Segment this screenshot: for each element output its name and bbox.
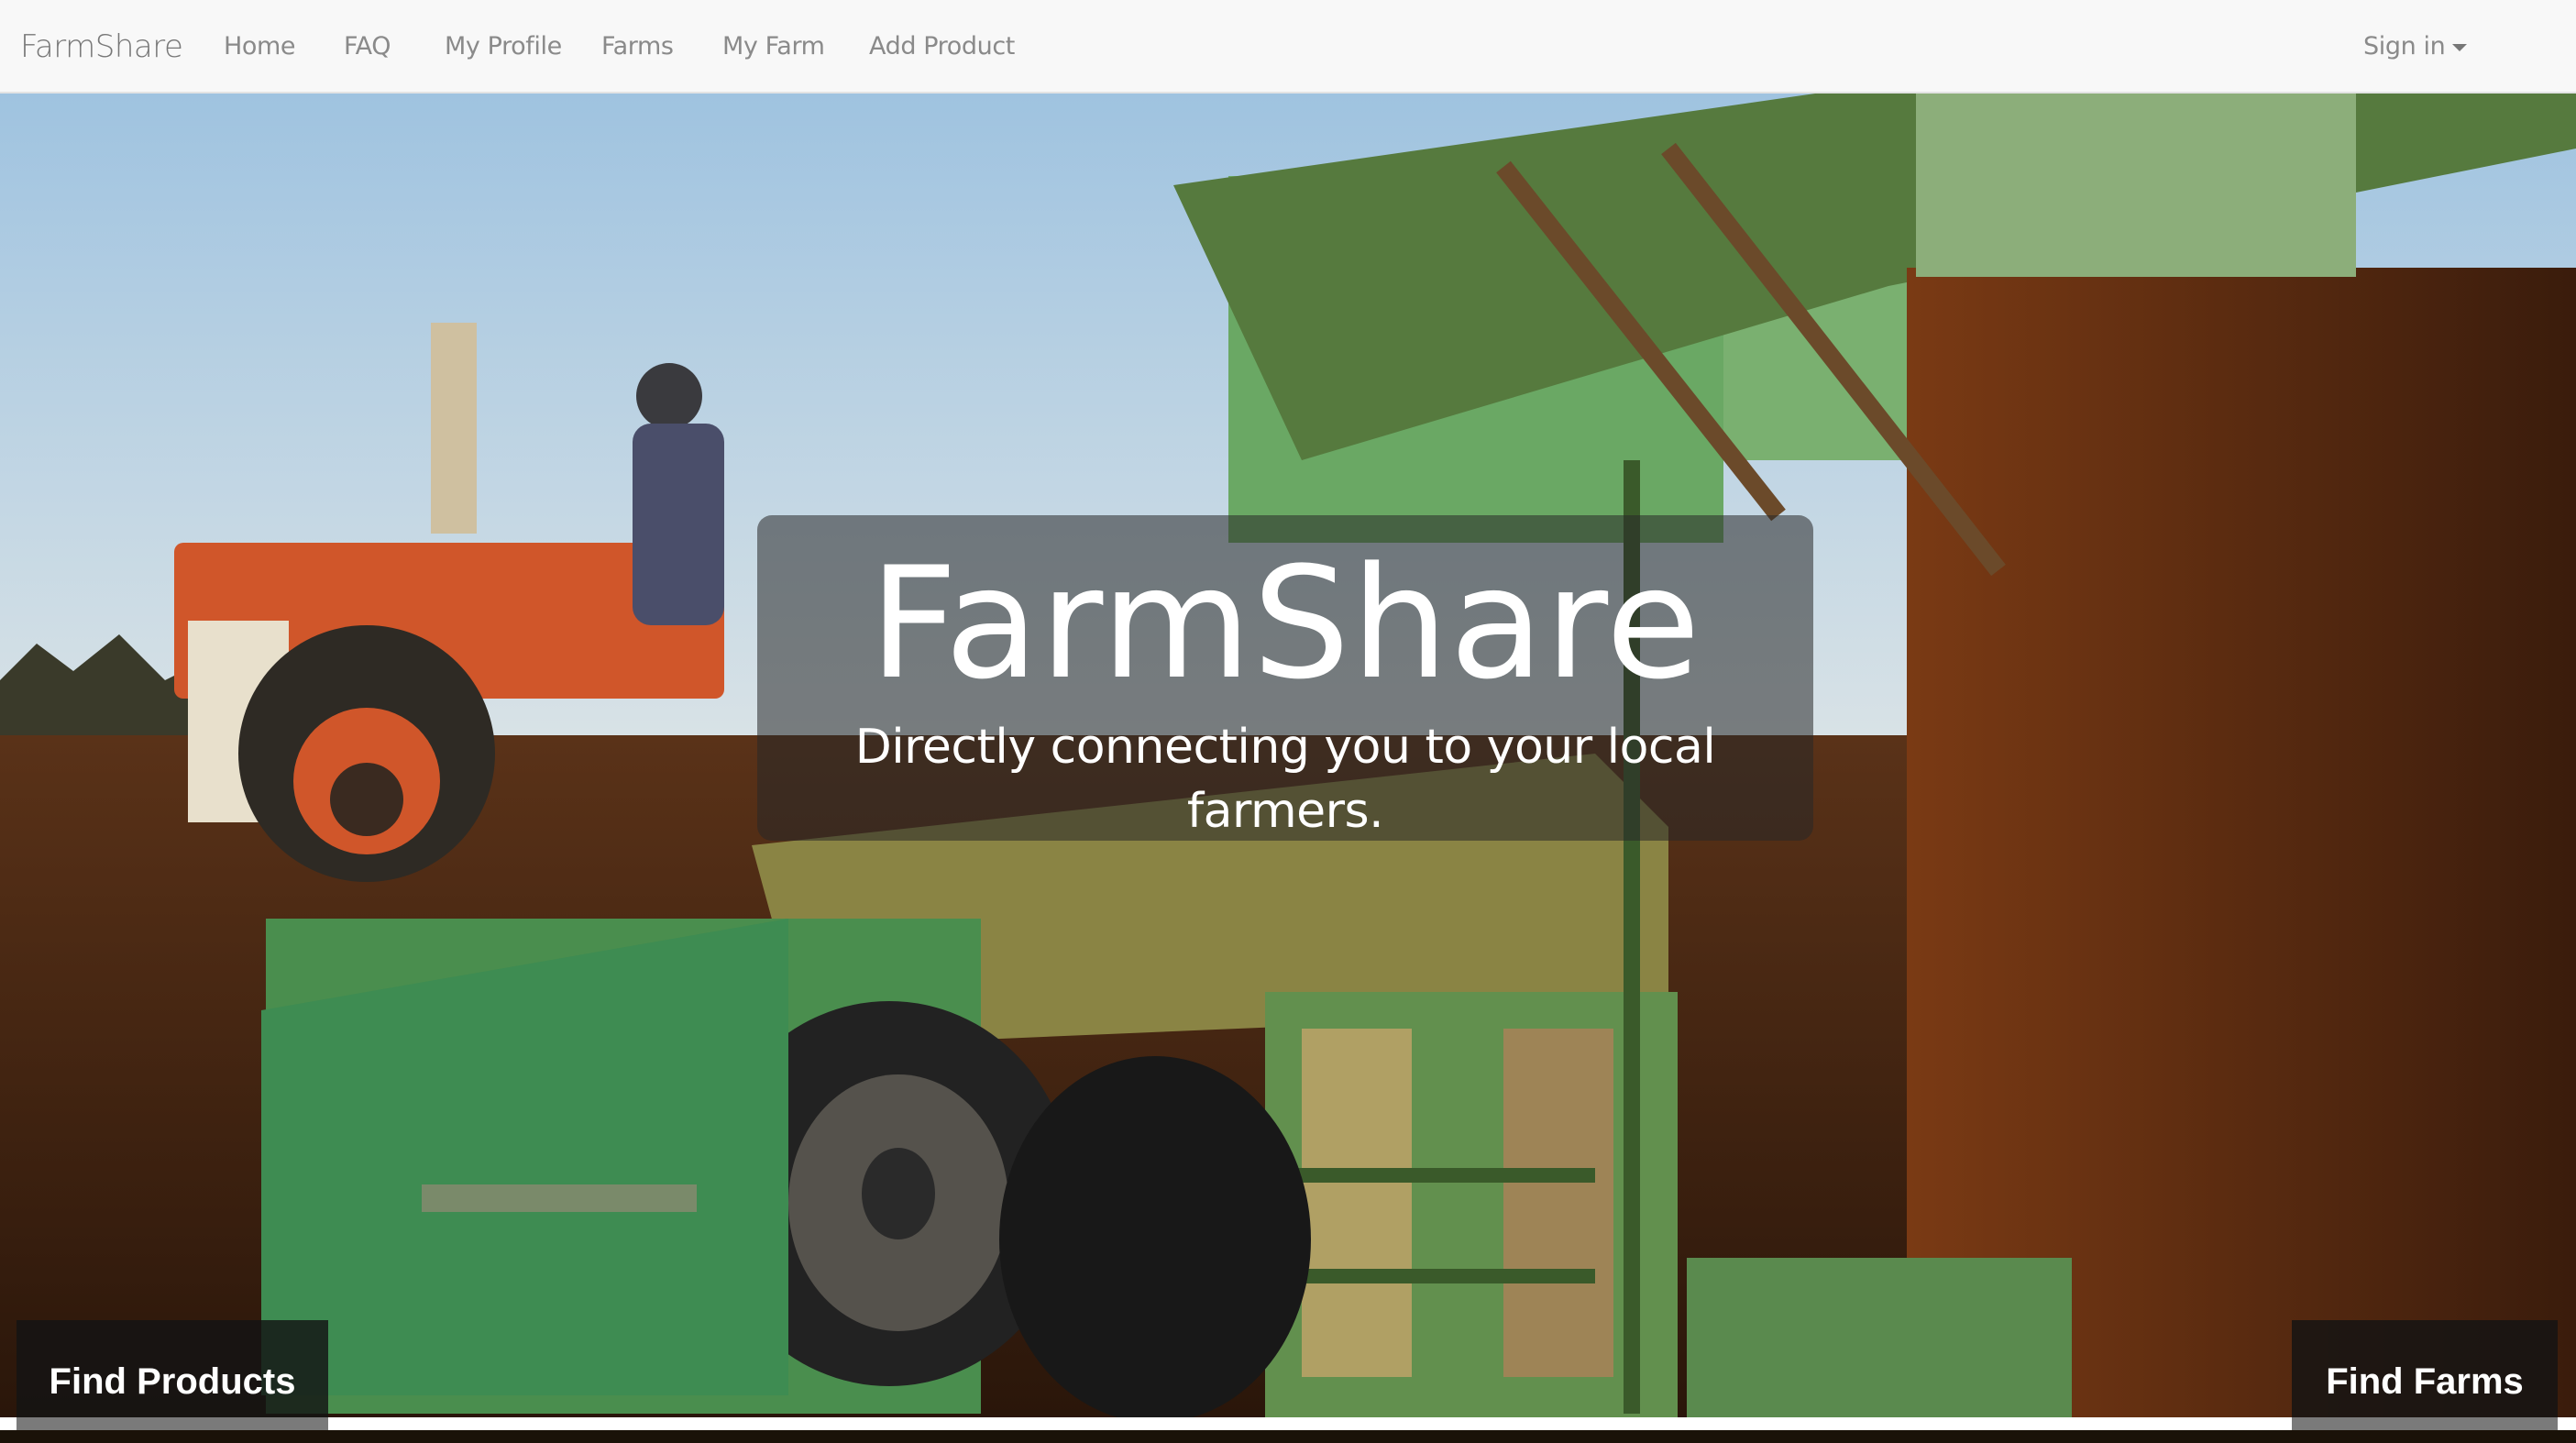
page-bottom-edge: [0, 1417, 2576, 1430]
find-products-button[interactable]: Find Products: [17, 1320, 328, 1430]
hero-title: FarmShare: [869, 534, 1701, 713]
brand-logo-link[interactable]: FarmShare: [20, 0, 183, 94]
navbar: FarmShare Home FAQ My Profile Farms My F…: [0, 0, 2576, 94]
caret-down-icon: [2452, 43, 2468, 51]
nav-faq-link[interactable]: FAQ: [344, 0, 391, 94]
nav-home-link[interactable]: Home: [224, 0, 296, 94]
hero-tagline: Directly connecting you to your local fa…: [854, 720, 1716, 839]
hero-banner: FarmShare Directly connecting you to you…: [0, 94, 2576, 1417]
hero-title-box: FarmShare Directly connecting you to you…: [757, 515, 1813, 841]
sign-in-label: Sign in: [2363, 32, 2446, 61]
sign-in-dropdown[interactable]: Sign in: [2363, 0, 2468, 94]
nav-my-farm-link[interactable]: My Farm: [722, 0, 825, 94]
find-farms-button[interactable]: Find Farms: [2292, 1320, 2558, 1430]
nav-add-product-link[interactable]: Add Product: [869, 0, 1015, 94]
nav-my-profile-link[interactable]: My Profile: [445, 0, 562, 94]
nav-farms-link[interactable]: Farms: [601, 0, 674, 94]
